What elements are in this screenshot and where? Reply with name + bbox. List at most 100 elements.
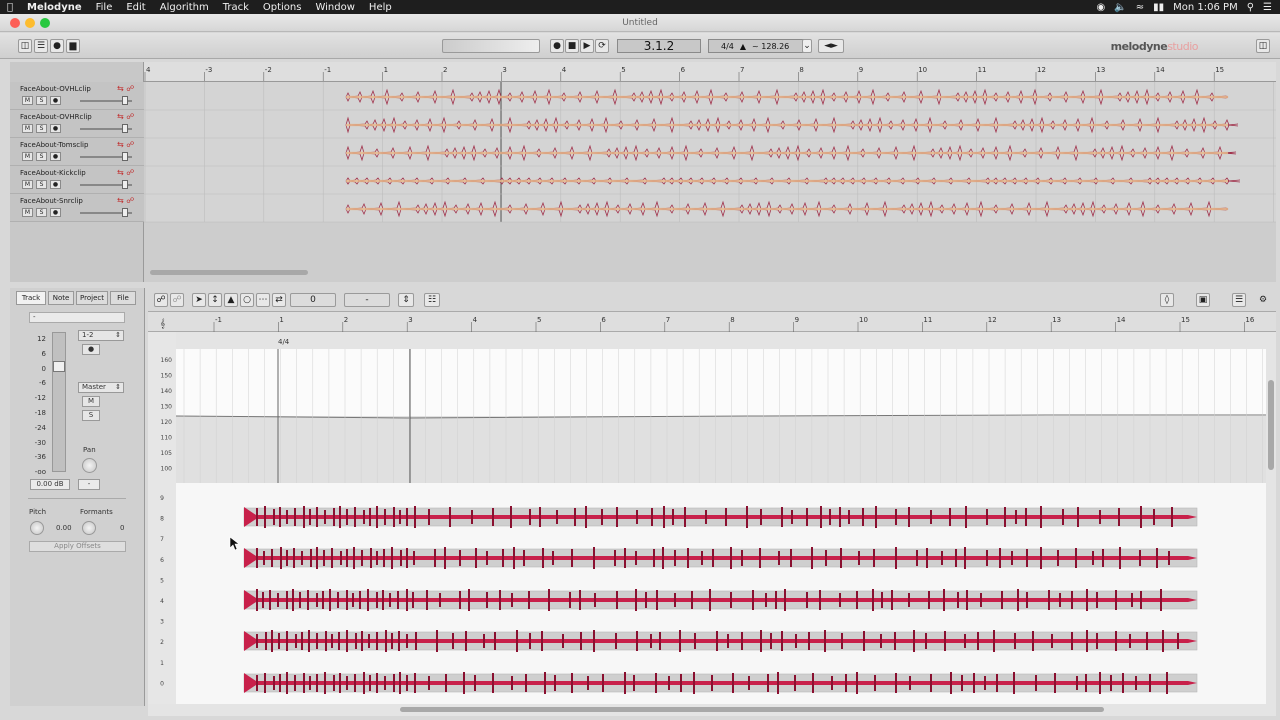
track-name[interactable]: FaceAbout-Snrclip — [20, 197, 83, 205]
record-arm-button[interactable]: ● — [50, 152, 61, 161]
volume-extra-field[interactable]: - — [78, 479, 100, 490]
apply-offsets-button[interactable]: Apply Offsets — [29, 541, 126, 552]
stretch-tool-icon[interactable]: ⇄ — [272, 293, 286, 307]
blob-view-icon[interactable]: ▣ — [1196, 293, 1210, 307]
position-display[interactable]: 3.1.2 — [617, 39, 701, 53]
mute-button[interactable]: M — [22, 152, 33, 161]
time-signature[interactable]: 4/4 — [721, 42, 734, 51]
list-icon[interactable]: ☰ — [1263, 2, 1272, 13]
transport-scrub[interactable] — [442, 39, 540, 53]
arrange-ruler[interactable]: 4 -3 -2 -1 1 2 3 4 5 6 7 8 9 10 11 12 13 14 15 — [144, 62, 1276, 82]
time-tool-icon[interactable]: ○ — [240, 293, 254, 307]
mute-button[interactable]: M — [22, 124, 33, 133]
solo-button[interactable]: S — [36, 152, 47, 161]
solo-button[interactable]: S — [36, 124, 47, 133]
volume-fader-handle[interactable] — [122, 180, 128, 189]
track-row[interactable]: FaceAbout-OVHRclip ⇆ ☍ M S ● — [10, 110, 144, 138]
link-icon[interactable]: ⇆ ☍ — [117, 196, 134, 205]
record-arm-button[interactable]: ● — [50, 208, 61, 217]
track-name[interactable]: FaceAbout-Kickclip — [20, 169, 86, 177]
mixer-icon[interactable]: ☰ — [34, 39, 48, 53]
volume-fader-handle[interactable] — [122, 96, 128, 105]
link-icon[interactable]: ⇆ ☍ — [117, 140, 134, 149]
pitch-value-field[interactable]: 0 — [290, 293, 336, 307]
solo-button[interactable]: S — [36, 180, 47, 189]
volume-value-field[interactable]: 0.00 dB — [30, 479, 70, 490]
link-icon[interactable]: ⇆ ☍ — [117, 168, 134, 177]
solo-button[interactable]: S — [36, 96, 47, 105]
track-row[interactable]: FaceAbout-OVHLclip ⇆ ☍ M S ● — [10, 82, 144, 110]
tab-project[interactable]: Project — [76, 291, 108, 305]
solo-button[interactable]: S — [82, 410, 100, 421]
pitch-knob[interactable] — [30, 521, 44, 535]
mute-button[interactable]: M — [82, 396, 100, 407]
track-name[interactable]: FaceAbout-OVHLclip — [20, 85, 91, 93]
pointer-tool-icon[interactable]: ➤ — [192, 293, 206, 307]
solo-button[interactable]: S — [36, 208, 47, 217]
menu-file[interactable]: File — [89, 2, 120, 13]
volume-fader-handle[interactable] — [122, 124, 128, 133]
macro-icon[interactable]: ☷ — [424, 293, 440, 307]
record-mode-icon[interactable]: ● — [50, 39, 64, 53]
pan-knob[interactable] — [82, 458, 97, 473]
tempo-dropdown[interactable]: ⌄ — [802, 39, 812, 53]
output-select[interactable]: Master ⇕ — [78, 382, 124, 393]
minimize-window-icon[interactable] — [25, 18, 35, 28]
amplitude-tool-icon[interactable]: ▲ — [224, 293, 238, 307]
horizontal-scrollbar[interactable] — [148, 704, 1276, 716]
pitch-tool-icon[interactable]: ↕ — [208, 293, 222, 307]
battery-icon[interactable]: ▮▮ — [1153, 2, 1164, 13]
sync-icon[interactable]: ◄► — [818, 39, 844, 53]
view-option-icon[interactable]: ◊ — [1160, 293, 1174, 307]
note-value-field[interactable]: - — [344, 293, 390, 307]
sidebar-toggle-icon[interactable]: ◫ — [1256, 39, 1270, 53]
formants-value[interactable]: 0 — [120, 524, 124, 532]
arrange-area[interactable] — [144, 82, 1276, 282]
record-arm-button[interactable]: ● — [50, 124, 61, 133]
track-name[interactable]: FaceAbout-OVHRclip — [20, 113, 92, 121]
record-arm-button[interactable]: ● — [50, 96, 61, 105]
close-window-icon[interactable] — [10, 18, 20, 28]
menu-app[interactable]: Melodyne — [20, 2, 89, 13]
master-fader-handle[interactable] — [53, 361, 65, 372]
record-status-icon[interactable]: ◉ — [1097, 2, 1106, 13]
tempo-value[interactable]: ~ 128.26 — [752, 42, 789, 51]
arrange-scroll-thumb[interactable] — [150, 270, 308, 275]
mute-button[interactable]: M — [22, 180, 33, 189]
layout-icon[interactable]: ◫ — [18, 39, 32, 53]
stop-button[interactable]: ■ — [565, 39, 579, 53]
record-arm-button[interactable]: ● — [50, 180, 61, 189]
wifi-icon[interactable]: ≈ — [1136, 2, 1144, 13]
track-name-field[interactable]: - — [29, 312, 125, 323]
vertical-scroll-thumb[interactable] — [1268, 380, 1274, 470]
tab-note[interactable]: Note — [48, 291, 74, 305]
tab-file[interactable]: File — [110, 291, 136, 305]
menu-edit[interactable]: Edit — [119, 2, 152, 13]
clock-text[interactable]: Mon 1:06 PM — [1173, 2, 1238, 13]
mute-button[interactable]: M — [22, 96, 33, 105]
editor-ruler[interactable]: 𝄞 -1 1 2 3 4 5 6 7 8 9 10 11 12 13 14 15 16 — [148, 312, 1276, 332]
volume-fader-handle[interactable] — [122, 208, 128, 217]
menu-help[interactable]: Help — [362, 2, 399, 13]
menu-options[interactable]: Options — [256, 2, 309, 13]
loop-button[interactable]: ⟳ — [595, 39, 609, 53]
spotlight-search-icon[interactable]: ⚲ — [1247, 2, 1254, 13]
note-editor[interactable]: 4/4 160 150 140 130 120 110 105 100 9 8 7 6 5 4 3 2 1 0 — [148, 332, 1266, 704]
zoom-window-icon[interactable] — [40, 18, 50, 28]
grid-view-icon[interactable]: ☰ — [1232, 293, 1246, 307]
pitch-value[interactable]: 0.00 — [56, 524, 72, 532]
track-name[interactable]: FaceAbout-Tomsclip — [20, 141, 88, 149]
record-button[interactable]: ● — [550, 39, 564, 53]
volume-icon[interactable]: 🔈 — [1114, 2, 1126, 13]
channel-select[interactable]: 1-2 ⇕ — [78, 330, 124, 341]
track-row[interactable]: FaceAbout-Snrclip ⇆ ☍ M S ● — [10, 194, 144, 222]
separation-tool-icon[interactable]: ⋯ — [256, 293, 270, 307]
formants-knob[interactable] — [82, 521, 96, 535]
apple-menu-icon[interactable]:  — [0, 2, 20, 13]
level-meter-icon[interactable]: ▆ — [66, 39, 80, 53]
menu-track[interactable]: Track — [216, 2, 256, 13]
link-icon[interactable]: ☍ — [154, 293, 168, 307]
track-row[interactable]: FaceAbout-Tomsclip ⇆ ☍ M S ● — [10, 138, 144, 166]
track-row[interactable]: FaceAbout-Kickclip ⇆ ☍ M S ● — [10, 166, 144, 194]
quantize-icon[interactable]: ⇕ — [398, 293, 414, 307]
